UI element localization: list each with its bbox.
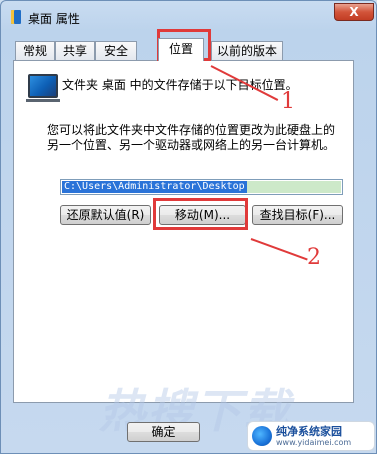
location-description: 您可以将此文件夹中文件存储的位置更改为此硬盘上的另一个位置、另一个驱动器或网络上… xyxy=(47,123,336,152)
tab-location[interactable]: 位置 xyxy=(158,38,204,61)
folder-icon xyxy=(11,10,21,24)
tab-sharing[interactable]: 共享 xyxy=(55,41,95,60)
ok-button[interactable]: 确定 xyxy=(127,422,200,442)
path-input-fill xyxy=(247,181,341,193)
close-button[interactable]: X xyxy=(334,3,374,21)
tab-general[interactable]: 常规 xyxy=(15,41,55,60)
window-title: 桌面 属性 xyxy=(28,12,80,26)
logo-icon xyxy=(252,426,272,446)
restore-default-button[interactable]: 还原默认值(R) xyxy=(60,205,151,225)
logo-name: 纯净系统家园 xyxy=(276,425,342,438)
location-panel: 文件夹 桌面 中的文件存储于以下目标位置。 您可以将此文件夹中文件存储的位置更改… xyxy=(13,60,354,403)
annotation-label-1: 1 xyxy=(281,89,295,114)
logo-url: www.yidaimei.com xyxy=(276,438,352,447)
tab-security[interactable]: 安全 xyxy=(95,41,137,60)
annotation-label-2: 2 xyxy=(307,245,321,270)
site-logo: 纯净系统家园 www.yidaimei.com xyxy=(247,421,375,451)
desktop-folder-icon xyxy=(26,74,60,102)
move-highlight-box xyxy=(153,198,248,230)
properties-window: 桌面 属性 X 常规 共享 安全 位置 以前的版本 文件夹 桌面 中的文件存储于… xyxy=(0,0,377,454)
tab-previous-versions[interactable]: 以前的版本 xyxy=(211,41,283,60)
path-value: C:\Users\Administrator\Desktop xyxy=(62,181,247,193)
path-input[interactable]: C:\Users\Administrator\Desktop xyxy=(60,179,343,195)
find-target-button[interactable]: 查找目标(F)... xyxy=(252,205,343,225)
